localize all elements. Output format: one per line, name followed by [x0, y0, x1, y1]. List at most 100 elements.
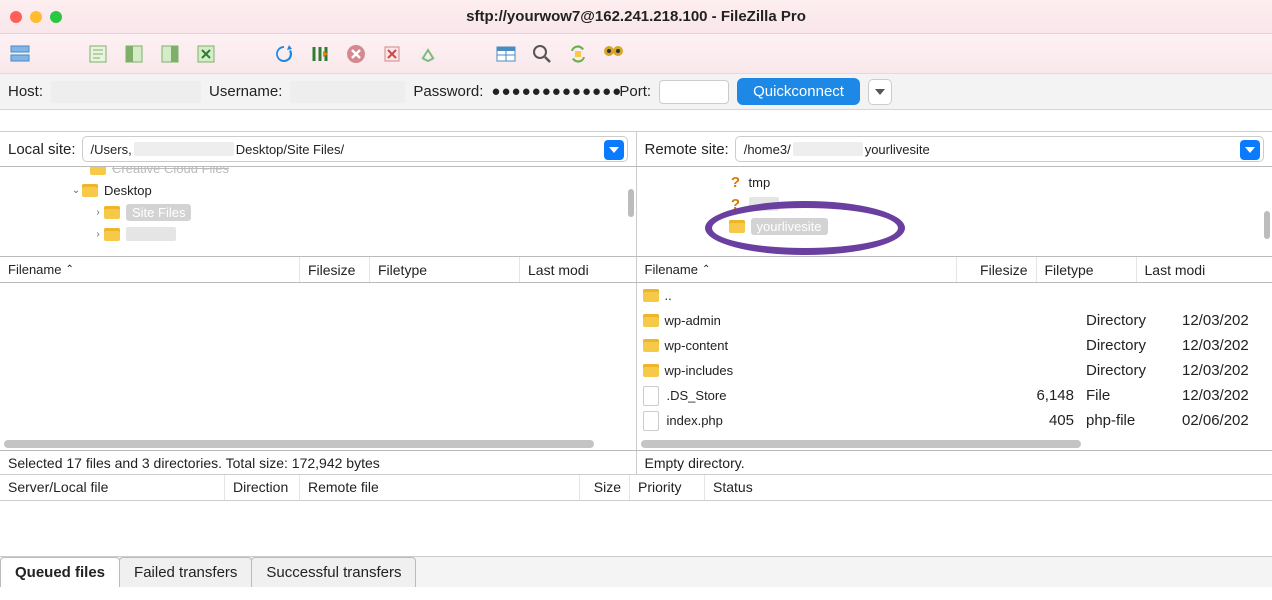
local-tree[interactable]: Creative Cloud Files ⌄ Desktop › Site Fi…: [0, 167, 637, 256]
quickconnect-button[interactable]: Quickconnect: [737, 78, 860, 105]
cancel-icon[interactable]: [342, 40, 370, 68]
dropdown-icon[interactable]: [604, 140, 624, 160]
tab-successful[interactable]: Successful transfers: [251, 557, 416, 587]
col-header-lastmod[interactable]: Last modi: [1137, 257, 1272, 282]
tree-item[interactable]: Creative Cloud Files: [112, 167, 229, 176]
tree-item-desktop[interactable]: Desktop: [104, 183, 152, 198]
toggle-queue-icon[interactable]: [192, 40, 220, 68]
folder-icon: [643, 364, 659, 377]
remote-site-label: Remote site:: [645, 141, 729, 158]
folder-icon: [82, 184, 98, 197]
col-header-filetype[interactable]: Filetype: [1037, 257, 1137, 282]
file-type: File: [1082, 387, 1182, 404]
file-modified: 12/03/202: [1182, 337, 1272, 354]
refresh-icon[interactable]: [270, 40, 298, 68]
table-row[interactable]: wp-includesDirectory12/03/202: [637, 358, 1272, 383]
sync-browse-icon[interactable]: [564, 40, 592, 68]
file-name: wp-admin: [665, 313, 721, 328]
username-label: Username:: [209, 83, 282, 100]
tab-failed[interactable]: Failed transfers: [119, 557, 252, 587]
queue-tabs: Queued files Failed transfers Successful…: [0, 557, 1272, 587]
folder-icon: [643, 289, 659, 302]
unknown-folder-icon: ?: [729, 196, 743, 212]
remote-path-input[interactable]: /home3/ yourlivesite: [735, 136, 1264, 162]
col-header-filename[interactable]: Filename ⌃: [0, 257, 300, 282]
tab-queued[interactable]: Queued files: [0, 557, 120, 587]
chevron-down-icon: [875, 89, 885, 95]
password-input[interactable]: ●●●●●●●●●●●●●: [491, 83, 611, 100]
scrollbar-thumb[interactable]: [628, 189, 634, 217]
toggle-local-tree-icon[interactable]: [120, 40, 148, 68]
tree-item-tmp[interactable]: tmp: [749, 175, 771, 190]
table-row[interactable]: ..: [637, 283, 1272, 308]
chevron-right-icon[interactable]: ›: [92, 207, 104, 218]
file-size: 405: [1002, 412, 1082, 429]
remote-path-suffix: yourlivesite: [865, 142, 930, 157]
port-label: Port:: [619, 83, 651, 100]
scrollbar-thumb[interactable]: [641, 440, 1081, 448]
disconnect-icon[interactable]: [378, 40, 406, 68]
process-queue-icon[interactable]: [306, 40, 334, 68]
col-header-filename[interactable]: Filename ⌃: [637, 257, 957, 282]
col-header-direction[interactable]: Direction: [225, 475, 300, 500]
username-input[interactable]: [290, 81, 405, 103]
folder-icon: [729, 220, 745, 233]
redacted-text: [126, 227, 176, 241]
quickconnect-bar: Host: Username: Password: ●●●●●●●●●●●●● …: [0, 74, 1272, 110]
local-path-prefix: /Users,: [91, 142, 132, 157]
scrollbar-thumb[interactable]: [4, 440, 594, 448]
remote-site-row: Remote site: /home3/ yourlivesite: [637, 132, 1272, 166]
col-header-remote[interactable]: Remote file: [300, 475, 580, 500]
port-input[interactable]: [659, 80, 729, 104]
toggle-remote-tree-icon[interactable]: [156, 40, 184, 68]
file-name: index.php: [667, 413, 723, 428]
file-name: wp-includes: [665, 363, 734, 378]
col-header-server[interactable]: Server/Local file: [0, 475, 225, 500]
chevron-right-icon[interactable]: ›: [92, 229, 104, 240]
col-header-filesize[interactable]: Filesize: [300, 257, 370, 282]
site-manager-icon[interactable]: [6, 40, 34, 68]
file-name: ..: [665, 288, 672, 303]
col-header-lastmod[interactable]: Last modi: [520, 257, 636, 282]
folder-icon: [643, 339, 659, 352]
table-row[interactable]: .DS_Store6,148File12/03/202: [637, 383, 1272, 408]
col-header-priority[interactable]: Priority: [630, 475, 705, 500]
table-row[interactable]: wp-adminDirectory12/03/202: [637, 308, 1272, 333]
tree-item-selected[interactable]: Site Files: [126, 204, 191, 221]
local-file-list[interactable]: [0, 283, 637, 450]
remote-file-list[interactable]: .. wp-admin Directory12/03/202wp-contentDi…: [637, 283, 1272, 450]
table-row[interactable]: wp-contentDirectory12/03/202: [637, 333, 1272, 358]
local-path-suffix: Desktop/Site Files/: [236, 142, 344, 157]
message-log: [0, 110, 1272, 132]
host-input[interactable]: [51, 81, 201, 103]
toggle-log-icon[interactable]: [84, 40, 112, 68]
local-path-input[interactable]: /Users, Desktop/Site Files/: [82, 136, 628, 162]
tree-item-selected[interactable]: yourlivesite: [751, 218, 828, 235]
unknown-folder-icon: ?: [729, 174, 743, 190]
file-type: Directory: [1082, 337, 1182, 354]
redacted-text: [793, 142, 863, 156]
compare-icon[interactable]: [492, 40, 520, 68]
transfer-queue[interactable]: [0, 501, 1272, 557]
remote-path-prefix: /home3/: [744, 142, 791, 157]
scrollbar-thumb[interactable]: [1264, 211, 1270, 239]
search-icon[interactable]: [528, 40, 556, 68]
local-status: Selected 17 files and 3 directories. Tot…: [0, 451, 637, 474]
folder-icon: [90, 167, 106, 175]
dropdown-icon[interactable]: [1240, 140, 1260, 160]
col-header-size[interactable]: Size: [580, 475, 630, 500]
local-site-row: Local site: /Users, Desktop/Site Files/: [0, 132, 637, 166]
quickconnect-dropdown[interactable]: [868, 79, 892, 105]
chevron-down-icon[interactable]: ⌄: [70, 185, 82, 196]
table-row[interactable]: index.php405php-file02/06/202: [637, 408, 1272, 433]
redacted-text: [749, 197, 779, 211]
filters-icon[interactable]: [600, 40, 628, 68]
col-header-status[interactable]: Status: [705, 475, 1272, 500]
col-header-filesize[interactable]: Filesize: [957, 257, 1037, 282]
reconnect-icon[interactable]: [414, 40, 442, 68]
file-type: php-file: [1082, 412, 1182, 429]
transfer-queue-headers: Server/Local file Direction Remote file …: [0, 475, 1272, 501]
remote-tree[interactable]: ? tmp ? yourlivesite: [637, 167, 1272, 256]
col-header-filetype[interactable]: Filetype: [370, 257, 520, 282]
file-type: Directory: [1082, 312, 1182, 329]
